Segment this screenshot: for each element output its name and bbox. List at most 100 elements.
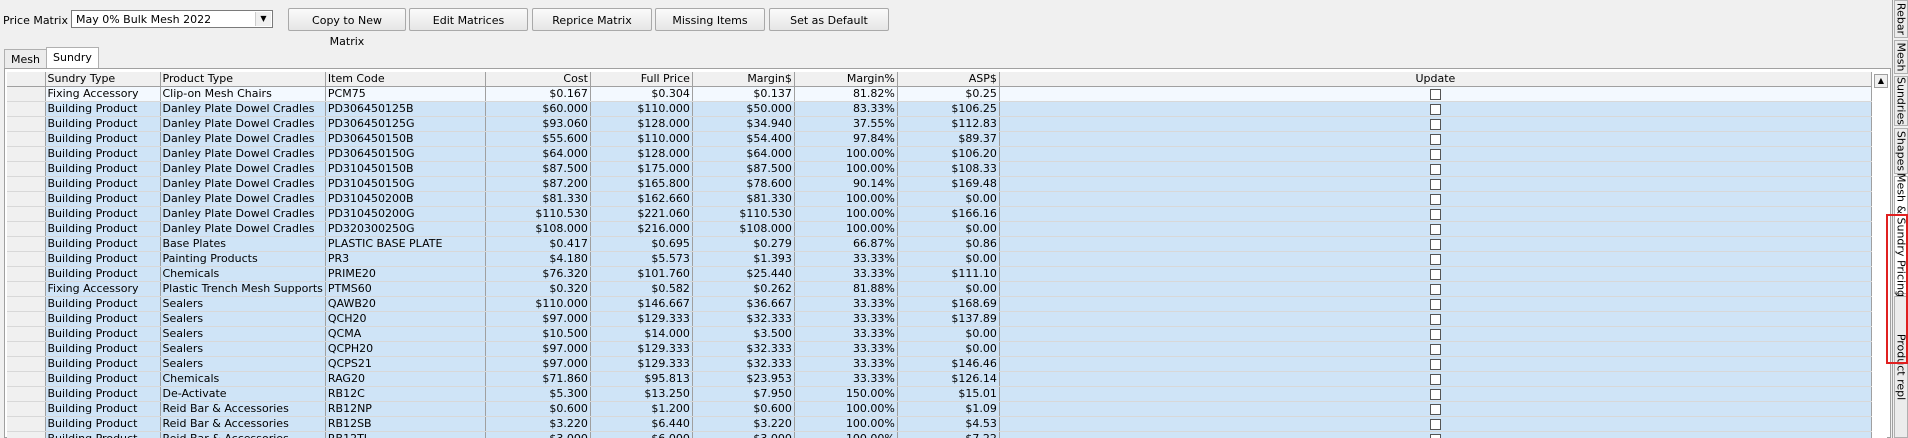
table-row[interactable]: Building Product Chemicals PRIME20 $76.320 $… (7, 266, 1872, 282)
row-selector[interactable] (7, 176, 46, 192)
table-cell[interactable]: Fixing Accessory (45, 86, 161, 102)
table-row[interactable]: Building Product Base Plates PLASTIC BASE … (7, 236, 1872, 252)
table-cell[interactable]: Building Product (45, 371, 161, 387)
table-cell[interactable]: $10.500 (485, 326, 591, 342)
table-cell[interactable]: Building Product (45, 131, 161, 147)
table-row[interactable]: Building Product Painting Products PR3 $4.1… (7, 251, 1872, 267)
table-cell[interactable]: Building Product (45, 116, 161, 132)
table-cell[interactable]: $129.333 (590, 356, 693, 372)
col-full-price[interactable]: Full Price (590, 72, 693, 87)
table-cell[interactable]: $3.220 (692, 416, 795, 432)
sundry-grid[interactable]: Sundry Type Product Type Item Code Cost … (7, 72, 1887, 438)
table-row[interactable]: Building Product Danley Plate Dowel Cradl… (7, 206, 1872, 222)
table-cell[interactable]: $166.16 (897, 206, 1000, 222)
update-checkbox[interactable] (1429, 133, 1441, 145)
table-cell[interactable]: 100.00% (794, 431, 898, 438)
table-cell[interactable]: $5.300 (485, 386, 591, 402)
row-selector[interactable] (7, 356, 46, 372)
table-cell[interactable]: RAG20 (325, 371, 486, 387)
row-selector[interactable] (7, 86, 46, 102)
table-cell[interactable]: Building Product (45, 236, 161, 252)
update-checkbox[interactable] (1429, 253, 1441, 265)
table-row[interactable]: Building Product Chemicals RAG20 $71.860 $95… (7, 371, 1872, 387)
table-cell[interactable]: $3.500 (692, 326, 795, 342)
table-cell[interactable]: $162.660 (590, 191, 693, 207)
table-cell[interactable]: $64.000 (485, 146, 591, 162)
table-row[interactable]: Building Product Danley Plate Dowel Cradl… (7, 101, 1872, 117)
table-row[interactable]: Building Product Sealers QCPS21 $97.000 $129… (7, 356, 1872, 372)
table-cell[interactable]: 81.82% (794, 86, 898, 102)
table-cell[interactable]: Plastic Trench Mesh Supports (160, 281, 326, 297)
table-cell[interactable]: 33.33% (794, 356, 898, 372)
col-product-type[interactable]: Product Type (160, 72, 326, 87)
row-selector[interactable] (7, 401, 46, 417)
table-cell[interactable]: Danley Plate Dowel Cradles (160, 116, 326, 132)
table-row[interactable]: Building Product Danley Plate Dowel Cradl… (7, 131, 1872, 147)
table-cell[interactable]: $89.37 (897, 131, 1000, 147)
table-cell[interactable]: $0.304 (590, 86, 693, 102)
table-cell[interactable]: QCMA (325, 326, 486, 342)
table-cell[interactable]: 97.84% (794, 131, 898, 147)
table-cell[interactable]: $7.950 (692, 386, 795, 402)
row-selector[interactable] (7, 341, 46, 357)
update-checkbox[interactable] (1429, 328, 1441, 340)
table-cell[interactable]: Clip-on Mesh Chairs (160, 86, 326, 102)
table-row[interactable]: Fixing Accessory Clip-on Mesh Chairs PCM75… (7, 86, 1872, 102)
table-cell[interactable]: PTMS60 (325, 281, 486, 297)
table-row[interactable]: Fixing Accessory Plastic Trench Mesh Supp… (7, 281, 1872, 297)
update-checkbox[interactable] (1429, 373, 1441, 385)
table-cell[interactable]: PRIME20 (325, 266, 486, 282)
table-cell[interactable]: PD310450150G (325, 176, 486, 192)
table-cell[interactable]: 100.00% (794, 221, 898, 237)
table-cell[interactable]: $137.89 (897, 311, 1000, 327)
table-cell[interactable]: $0.262 (692, 281, 795, 297)
table-cell[interactable]: $110.530 (485, 206, 591, 222)
table-cell[interactable]: $111.10 (897, 266, 1000, 282)
table-cell[interactable]: 100.00% (794, 191, 898, 207)
table-cell[interactable]: $15.01 (897, 386, 1000, 402)
table-cell[interactable]: $0.167 (485, 86, 591, 102)
table-cell[interactable]: Building Product (45, 341, 161, 357)
table-cell[interactable]: 83.33% (794, 101, 898, 117)
table-cell[interactable]: Painting Products (160, 251, 326, 267)
table-cell[interactable]: $71.860 (485, 371, 591, 387)
price-matrix-select[interactable]: May 0% Bulk Mesh 2022 ▼ (71, 10, 273, 28)
table-cell[interactable]: Building Product (45, 191, 161, 207)
table-cell[interactable]: $169.48 (897, 176, 1000, 192)
side-tab-shapes[interactable]: Shapes (1894, 128, 1908, 174)
row-selector[interactable] (7, 191, 46, 207)
table-cell[interactable]: $0.600 (692, 401, 795, 417)
table-cell[interactable]: PLASTIC BASE PLATE (325, 236, 486, 252)
table-row[interactable]: Building Product Sealers QCMA $10.500 $14.00… (7, 326, 1872, 342)
row-selector[interactable] (7, 221, 46, 237)
row-selector[interactable] (7, 131, 46, 147)
table-cell[interactable]: $216.000 (590, 221, 693, 237)
update-checkbox[interactable] (1429, 358, 1441, 370)
table-cell[interactable]: $50.000 (692, 101, 795, 117)
table-row[interactable]: Building Product Danley Plate Dowel Cradl… (7, 161, 1872, 177)
table-cell[interactable]: $110.000 (485, 296, 591, 312)
table-cell[interactable]: $14.000 (590, 326, 693, 342)
table-cell[interactable]: $146.46 (897, 356, 1000, 372)
table-cell[interactable]: $64.000 (692, 146, 795, 162)
table-cell[interactable]: Sealers (160, 296, 326, 312)
table-cell[interactable]: $87.200 (485, 176, 591, 192)
row-selector[interactable] (7, 371, 46, 387)
table-cell[interactable]: $78.600 (692, 176, 795, 192)
table-cell[interactable]: $128.000 (590, 146, 693, 162)
table-cell[interactable]: Chemicals (160, 371, 326, 387)
table-cell[interactable]: Danley Plate Dowel Cradles (160, 176, 326, 192)
side-tab-sundries[interactable]: Sundries (1894, 76, 1908, 126)
update-checkbox[interactable] (1429, 403, 1441, 415)
table-cell[interactable]: 33.33% (794, 371, 898, 387)
table-cell[interactable]: Reid Bar & Accessories (160, 401, 326, 417)
table-cell[interactable]: $93.060 (485, 116, 591, 132)
table-row[interactable]: Building Product Sealers QCH20 $97.000 $129.… (7, 311, 1872, 327)
table-cell[interactable]: $97.000 (485, 356, 591, 372)
table-cell[interactable]: Sealers (160, 326, 326, 342)
table-cell[interactable]: $165.800 (590, 176, 693, 192)
table-cell[interactable]: $168.69 (897, 296, 1000, 312)
table-row[interactable]: Building ProductReid Bar & AccessoriesRB… (7, 401, 1872, 417)
table-cell[interactable]: Building Product (45, 221, 161, 237)
row-selector[interactable] (7, 236, 46, 252)
